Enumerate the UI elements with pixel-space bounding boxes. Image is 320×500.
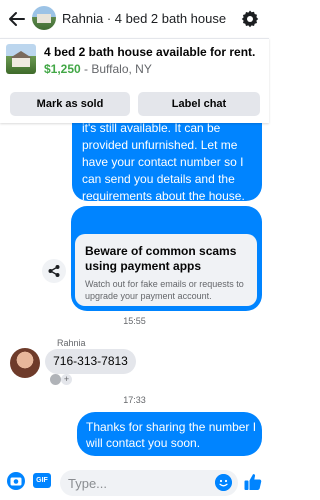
share-icon [48,265,60,277]
timestamp: 15:55 [123,316,146,326]
header-title[interactable]: Rahnia · 4 bed 2 bath house [62,11,226,26]
camera-button[interactable] [7,472,25,490]
title-separator: · [103,11,115,26]
timestamp: 17:33 [123,395,146,405]
outgoing-message[interactable]: it's still available. It can be provided… [72,110,262,203]
smiley-reaction-icon [50,374,61,385]
add-reaction-icon: + [61,374,72,385]
listing-price: $1,250 [44,62,81,76]
scam-warning-body: Watch out for fake emails or requests to… [85,279,244,301]
message-input[interactable] [68,474,208,492]
reaction-icon[interactable]: + [50,374,72,386]
camera-icon [10,477,22,486]
listing-title: 4 bed 2 bath house available for rent. [44,45,256,59]
gear-icon[interactable] [240,9,260,29]
gif-icon[interactable]: GIF [33,473,51,488]
back-arrow-icon[interactable] [7,9,27,29]
label-chat-button[interactable]: Label chat [138,92,260,116]
incoming-message[interactable]: 716-313-7813 [45,349,136,374]
listing-avatar[interactable] [32,6,56,30]
listing-card[interactable]: 4 bed 2 bath house available for rent. $… [0,38,269,123]
emoji-icon[interactable] [215,474,232,491]
scam-warning-title: Beware of common scams using payment app… [85,244,237,273]
listing-location: - Buffalo, NY [80,62,152,76]
mark-as-sold-button[interactable]: Mark as sold [10,92,130,116]
thumbs-up-icon[interactable] [243,472,263,492]
sender-avatar[interactable] [10,348,40,378]
listing-price-location: $1,250 - Buffalo, NY [44,62,152,76]
listing-thumbnail[interactable] [6,44,36,74]
message-text: it's still available. It can be provided… [82,121,245,203]
scam-warning-card[interactable]: Beware of common scams using payment app… [71,206,262,311]
contact-name: Rahnia [62,11,104,26]
scam-warning-inner: Beware of common scams using payment app… [75,234,257,306]
sender-name: Rahnia [57,338,86,348]
conversation-header: Rahnia · 4 bed 2 bath house [0,0,269,38]
message-input-container[interactable] [60,470,238,496]
listing-short-title: 4 bed 2 bath house [114,11,227,26]
share-button[interactable] [42,259,66,283]
outgoing-message[interactable]: Thanks for sharing the number I will con… [77,412,262,456]
